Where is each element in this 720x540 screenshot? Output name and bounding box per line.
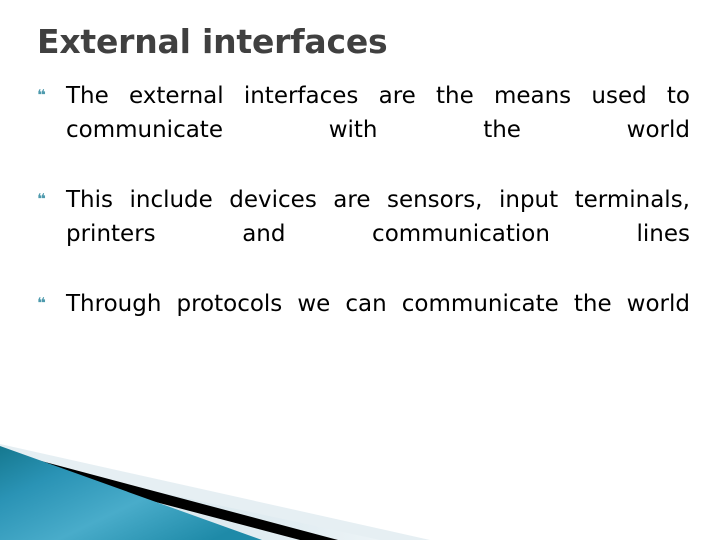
- list-item-text: The external interfaces are the means us…: [66, 83, 690, 143]
- page-title: External interfaces: [37, 22, 388, 61]
- pale-blue-diagonal-band: [0, 448, 425, 540]
- quote-bullet-icon: ❝: [37, 294, 46, 312]
- slide: External interfaces ❝ The external inter…: [0, 0, 720, 540]
- black-diagonal-stripe: [0, 450, 338, 540]
- pale-blue-diagonal-band-upper: [0, 444, 430, 540]
- list-item-text: Through protocols we can communicate the…: [66, 291, 690, 317]
- list-item-text: This include devices are sensors, input …: [66, 187, 690, 247]
- list-item: ❝ Through protocols we can communicate t…: [36, 287, 690, 355]
- quote-bullet-icon: ❝: [37, 190, 46, 208]
- teal-gradient-wedge: [0, 446, 262, 540]
- list-item: ❝ This include devices are sensors, inpu…: [36, 183, 690, 285]
- bottom-left-decoration: [0, 430, 720, 540]
- bullet-list: ❝ The external interfaces are the means …: [36, 79, 690, 355]
- list-item: ❝ The external interfaces are the means …: [36, 79, 690, 181]
- quote-bullet-icon: ❝: [37, 86, 46, 104]
